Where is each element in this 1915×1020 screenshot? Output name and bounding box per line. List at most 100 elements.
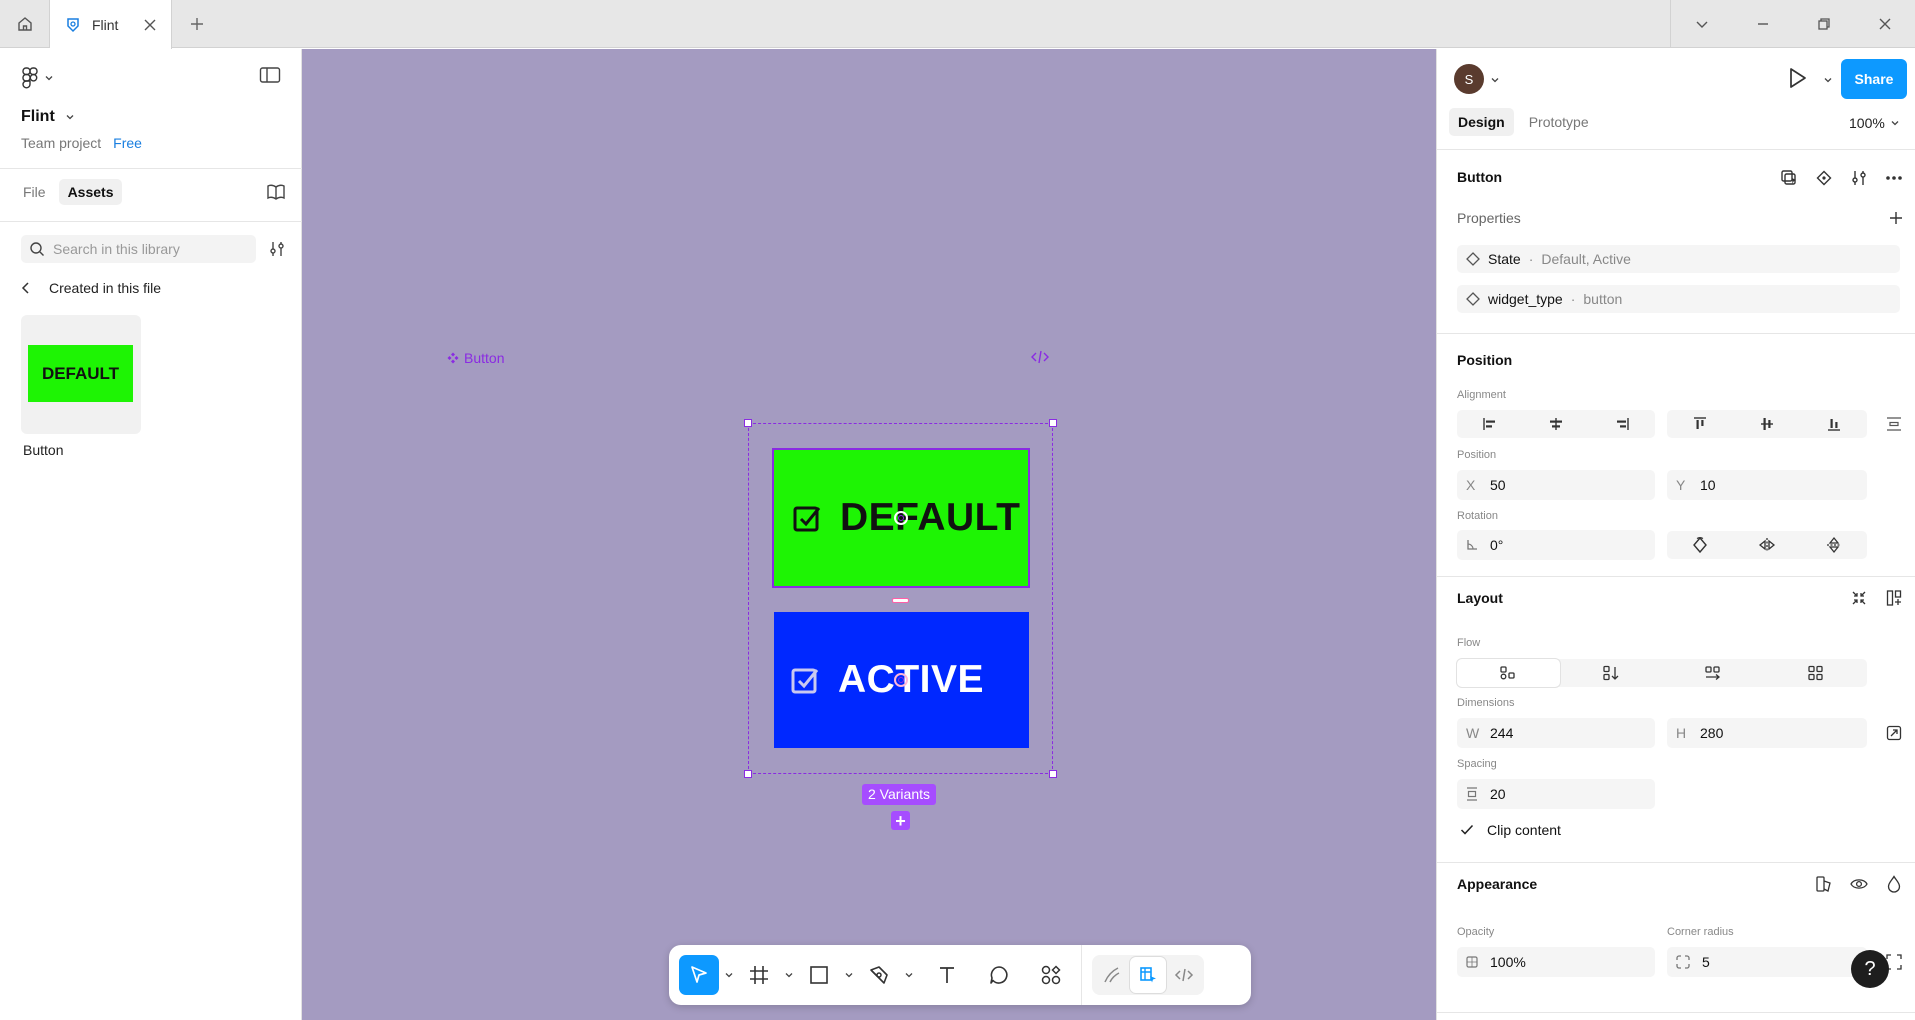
spacing-handle[interactable] [892, 598, 909, 603]
tab-assets[interactable]: Assets [58, 179, 123, 205]
actions-tool[interactable] [1031, 955, 1071, 995]
search-input[interactable] [53, 241, 243, 257]
libraries-button[interactable] [266, 183, 286, 204]
property-row[interactable]: widget_type · button [1457, 285, 1900, 313]
tab-prototype[interactable]: Prototype [1520, 108, 1598, 136]
horizontal-flow-icon [1705, 666, 1721, 680]
component-icon [447, 352, 459, 364]
divider [0, 168, 302, 169]
file-tab[interactable]: Flint [50, 0, 172, 49]
blend-mode-button[interactable] [1884, 874, 1904, 894]
rotate-button[interactable] [1667, 531, 1734, 559]
remove-auto-layout-button[interactable] [1849, 588, 1869, 608]
new-tab-button[interactable] [183, 12, 211, 36]
dev-mode[interactable] [1166, 957, 1202, 993]
property-separator: · [1570, 291, 1576, 307]
account-menu[interactable] [1490, 73, 1500, 88]
add-property-button[interactable] [1886, 208, 1906, 228]
text-tool[interactable] [927, 955, 967, 995]
zoom-control[interactable]: 100% [1849, 115, 1900, 131]
share-button[interactable]: Share [1841, 59, 1907, 99]
flip-horizontal-button[interactable] [1734, 531, 1801, 559]
tab-file[interactable]: File [14, 179, 55, 205]
checkbox-checked-icon [791, 668, 819, 694]
transform-group [1667, 531, 1867, 559]
distribute-button[interactable] [1884, 414, 1904, 434]
divider [1437, 333, 1915, 334]
main-menu-button[interactable] [22, 67, 54, 89]
align-center-h-button[interactable] [1523, 410, 1589, 438]
x-field[interactable]: X 50 [1457, 470, 1655, 500]
tab-design[interactable]: Design [1449, 108, 1514, 136]
component-set-label[interactable]: Button [447, 350, 504, 366]
flip-vertical-button[interactable] [1800, 531, 1867, 559]
checkbox[interactable] [1459, 822, 1475, 838]
draw-icon [1104, 967, 1120, 983]
resize-handle-top-right[interactable] [1049, 419, 1057, 427]
project-name[interactable]: Flint [21, 108, 75, 126]
help-button[interactable]: ? [1851, 950, 1889, 988]
asset-card[interactable]: DEFAULT [21, 315, 141, 434]
move-tool[interactable] [679, 955, 719, 995]
frame-tool[interactable] [739, 955, 779, 995]
search-field[interactable] [21, 235, 256, 263]
align-middle-button[interactable] [1734, 410, 1801, 438]
opacity-field[interactable]: 100% [1457, 947, 1655, 977]
collapse-icon [1852, 591, 1866, 605]
restore-button[interactable] [1793, 0, 1854, 48]
sliders-icon [270, 242, 284, 256]
flow-vertical-button[interactable] [1560, 659, 1663, 687]
move-tool-menu[interactable] [719, 955, 739, 995]
vertical-alignment-group [1667, 410, 1867, 438]
spacing-field[interactable]: 20 [1457, 779, 1655, 809]
chevron-down-icon [845, 973, 853, 978]
sidebar-toggle-button[interactable] [259, 66, 281, 87]
constrain-proportions-button[interactable] [1884, 723, 1904, 743]
design-mode[interactable] [1130, 957, 1166, 993]
flow-horizontal-button[interactable] [1662, 659, 1765, 687]
present-button[interactable] [1784, 65, 1810, 94]
pen-tool-menu[interactable] [899, 955, 919, 995]
height-field[interactable]: H 280 [1667, 718, 1867, 748]
align-top-button[interactable] [1667, 410, 1734, 438]
shape-tool[interactable] [799, 955, 839, 995]
align-left-button[interactable] [1457, 410, 1523, 438]
visibility-button[interactable] [1849, 874, 1869, 894]
property-row[interactable]: State · Default, Active [1457, 245, 1900, 273]
y-field[interactable]: Y 10 [1667, 470, 1867, 500]
component-button[interactable] [1814, 168, 1834, 188]
align-right-button[interactable] [1589, 410, 1655, 438]
flow-grid-button[interactable] [1765, 659, 1868, 687]
close-window-button[interactable] [1854, 0, 1915, 48]
plan-badge[interactable]: Free [113, 135, 142, 151]
flow-freeform-button[interactable] [1457, 659, 1560, 687]
rotation-field[interactable]: 0° [1457, 530, 1655, 560]
draw-mode[interactable] [1094, 957, 1130, 993]
home-button[interactable] [0, 0, 50, 48]
corner-radius-field[interactable]: 5 [1667, 947, 1867, 977]
present-menu[interactable] [1823, 73, 1833, 88]
pen-tool[interactable] [859, 955, 899, 995]
more-options-button[interactable] [1884, 168, 1904, 188]
close-tab-icon[interactable] [143, 18, 157, 32]
filter-button[interactable] [268, 240, 286, 261]
variable-mode-button[interactable] [1814, 874, 1834, 894]
back-to-libraries[interactable]: Created in this file [21, 280, 161, 296]
frame-tool-menu[interactable] [779, 955, 799, 995]
resize-handle-bottom-left[interactable] [744, 770, 752, 778]
shape-tool-menu[interactable] [839, 955, 859, 995]
clip-content-toggle[interactable]: Clip content [1459, 822, 1561, 838]
layout-options-button[interactable] [1884, 588, 1904, 608]
code-button[interactable] [1031, 350, 1049, 367]
component-settings-button[interactable] [1849, 168, 1869, 188]
width-field[interactable]: W 244 [1457, 718, 1655, 748]
align-bottom-button[interactable] [1800, 410, 1867, 438]
comment-tool[interactable] [979, 955, 1019, 995]
minimize-button[interactable] [1732, 0, 1793, 48]
tabs-menu-button[interactable] [1671, 0, 1732, 48]
resize-handle-top-left[interactable] [744, 419, 752, 427]
avatar[interactable]: S [1454, 64, 1484, 94]
resize-handle-bottom-right[interactable] [1049, 770, 1057, 778]
go-to-main-button[interactable] [1779, 168, 1799, 188]
add-variant-button[interactable]: + [891, 811, 910, 830]
